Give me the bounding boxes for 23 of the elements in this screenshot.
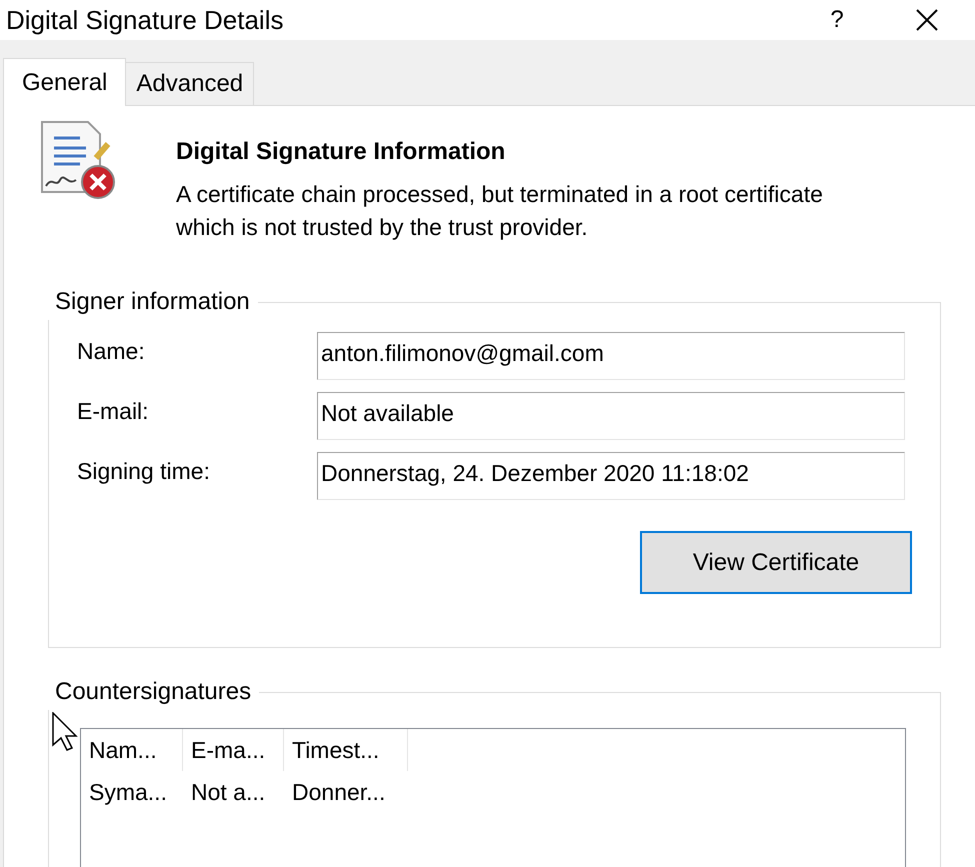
- column-header[interactable]: E-ma...: [183, 729, 284, 771]
- table-cell-text: Not a...: [190, 778, 266, 807]
- field-label: Name:: [77, 336, 146, 366]
- text-field[interactable]: anton.filimonov@gmail.com: [317, 332, 905, 380]
- column-header[interactable]: Nam...: [81, 729, 183, 771]
- table-cell-text: Donner...: [291, 778, 386, 807]
- help-button[interactable]: ?: [817, 0, 857, 40]
- group-title: Countersignatures: [54, 677, 252, 707]
- field-label: Signing time:: [77, 456, 211, 486]
- close-icon: [916, 9, 938, 31]
- tab[interactable]: Advanced: [125, 62, 254, 105]
- field-label: E-mail:: [77, 396, 150, 426]
- info-message: A certificate chain processed, but terminated in a root certificate which is not trusted by the trust provider.: [176, 180, 824, 242]
- group-title: Signer information: [54, 287, 251, 317]
- info-heading: Digital Signature Information: [176, 137, 506, 167]
- text-field[interactable]: Donnerstag, 24. Dezember 2020 11:18:02: [317, 452, 905, 500]
- view-certificate-button[interactable]: View Certificate: [640, 531, 912, 594]
- column-header[interactable]: Timest...: [284, 729, 408, 771]
- tab[interactable]: General: [3, 58, 126, 106]
- text-field[interactable]: Not available: [317, 392, 905, 440]
- table-cell-text: Syma...: [88, 778, 168, 807]
- window-title: Digital Signature Details: [6, 4, 284, 36]
- cursor-icon: [52, 712, 78, 752]
